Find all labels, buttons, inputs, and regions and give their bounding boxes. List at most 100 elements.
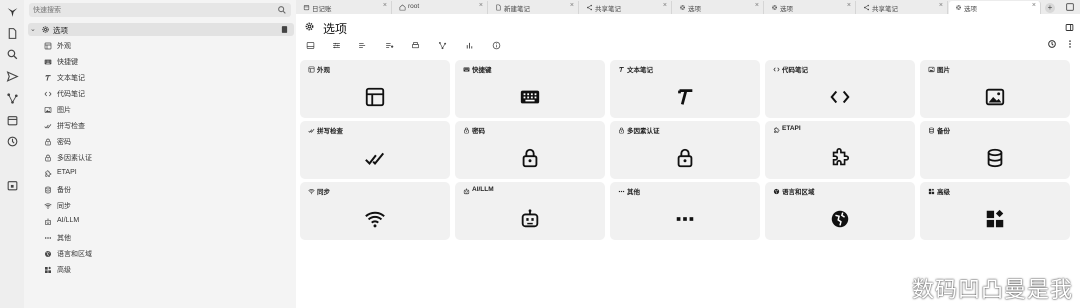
chevron-down-icon[interactable]: ⌄ [30, 25, 36, 33]
properties-icon[interactable] [330, 39, 342, 51]
quick-search-box[interactable] [29, 3, 291, 17]
tab[interactable]: 选项 × [949, 1, 1041, 14]
new-tab-button[interactable]: + [1045, 3, 1055, 13]
note-info-icon[interactable] [304, 39, 316, 51]
history-icon[interactable] [4, 133, 20, 149]
options-card[interactable]: 语言和区域 [765, 182, 915, 240]
tab-bar: 日记账 × root × 新建笔记 × 共享笔记 × 选项 × 选项 × 共享笔记 × 选项 × [296, 0, 1080, 14]
note-count-icon [281, 26, 288, 33]
today-icon[interactable] [4, 177, 20, 193]
card-title: 外观 [317, 67, 330, 74]
more-options-icon[interactable] [1065, 39, 1075, 49]
globe-icon [828, 207, 852, 231]
share-icon [585, 3, 593, 11]
wifi-icon [307, 187, 315, 195]
options-card[interactable]: 多因素认证 [610, 121, 760, 179]
close-tab-icon[interactable]: × [847, 2, 851, 9]
options-card[interactable]: 代码笔记 [765, 60, 915, 118]
tree-item[interactable]: 其他 [43, 232, 283, 244]
tree-item[interactable]: AI/LLM [43, 216, 283, 228]
close-tab-icon[interactable]: × [383, 2, 387, 9]
calendar-icon[interactable] [4, 112, 20, 128]
tab[interactable]: root × [393, 1, 488, 14]
inherited-attributes-icon[interactable] [383, 39, 395, 51]
tree-item[interactable]: 外观 [43, 40, 283, 52]
close-tab-icon[interactable]: × [939, 2, 943, 9]
tree-item[interactable]: 拼写检查 [43, 120, 283, 132]
tree-item[interactable]: 图片 [43, 104, 283, 116]
options-card[interactable]: AI/LLM [455, 182, 605, 240]
owned-attributes-icon[interactable] [356, 39, 368, 51]
app-logo-icon[interactable] [4, 4, 20, 20]
database-icon [983, 146, 1007, 170]
search-icon[interactable] [277, 5, 287, 15]
toggle-right-pane-icon[interactable] [1065, 23, 1074, 32]
options-card[interactable]: 图片 [920, 60, 1070, 118]
options-card[interactable]: 其他 [610, 182, 760, 240]
close-tab-icon[interactable]: × [755, 2, 759, 9]
tree-item[interactable]: 备份 [43, 184, 283, 196]
database-icon [43, 185, 53, 195]
tab-label: root [408, 3, 420, 10]
tree-node-label: 选项 [53, 26, 68, 35]
info-icon[interactable] [490, 39, 502, 51]
card-title: 密码 [472, 128, 485, 135]
image-icon [983, 85, 1007, 109]
window-menu-icon[interactable] [1065, 2, 1075, 12]
tree-item-label: 密码 [57, 139, 71, 146]
globe-icon [43, 249, 53, 259]
options-card[interactable]: 外观 [300, 60, 450, 118]
search-icon[interactable] [4, 46, 20, 62]
options-card[interactable]: 文本笔记 [610, 60, 760, 118]
close-tab-icon[interactable]: × [1032, 2, 1036, 9]
close-tab-icon[interactable]: × [663, 2, 667, 9]
tree-item[interactable]: 代码笔记 [43, 88, 283, 100]
tree-item[interactable]: ETAPI [43, 168, 283, 180]
options-card[interactable]: 拼写检查 [300, 121, 450, 179]
globe-icon [772, 187, 780, 195]
new-note-icon[interactable] [4, 25, 20, 41]
tree-item[interactable]: 快捷键 [43, 56, 283, 68]
wifi-icon [43, 201, 53, 211]
card-title: 同步 [317, 189, 330, 196]
tab[interactable]: 选项 × [765, 1, 856, 14]
extension-icon [43, 169, 53, 179]
options-card[interactable]: 高级 [920, 182, 1070, 240]
tree-item[interactable]: 文本笔记 [43, 72, 283, 84]
close-tab-icon[interactable]: × [479, 2, 483, 9]
send-icon[interactable] [4, 68, 20, 84]
tree-item[interactable]: 密码 [43, 136, 283, 148]
lock-icon [462, 126, 470, 134]
image-icon [927, 65, 935, 73]
tree-item[interactable]: 高级 [43, 264, 283, 276]
tab[interactable]: 共享笔记 × [580, 1, 672, 14]
bot-icon [518, 207, 542, 231]
print-icon[interactable] [409, 39, 421, 51]
tab[interactable]: 选项 × [673, 1, 764, 14]
more-icon [617, 187, 625, 195]
spellcheck-icon [43, 121, 53, 131]
gear-icon [770, 3, 778, 11]
tree-node-options[interactable]: ⌄ 选项 [28, 23, 294, 36]
options-card[interactable]: 密码 [455, 121, 605, 179]
note-map-icon[interactable] [4, 90, 20, 106]
tab[interactable]: 新建笔记 × [489, 1, 579, 14]
tree-item[interactable]: 语言和区域 [43, 248, 283, 260]
options-card[interactable]: 备份 [920, 121, 1070, 179]
close-tab-icon[interactable]: × [570, 2, 574, 9]
link-map-icon[interactable] [436, 39, 448, 51]
tree-item[interactable]: 多因素认证 [43, 152, 283, 164]
options-card[interactable]: ETAPI [765, 121, 915, 179]
tab[interactable]: 共享笔记 × [857, 1, 948, 14]
card-title: 代码笔记 [782, 67, 808, 74]
tree-item-label: 拼写检查 [57, 123, 85, 130]
quick-search-input[interactable] [33, 3, 263, 17]
history-icon[interactable] [1047, 39, 1057, 49]
options-card[interactable]: 同步 [300, 182, 450, 240]
options-card[interactable]: 快捷键 [455, 60, 605, 118]
page-title[interactable]: 选项 [323, 20, 347, 37]
tab[interactable]: 日记账 × [297, 1, 392, 14]
app-window: ⌄ 选项 外观快捷键文本笔记代码笔记图片拼写检查密码多因素认证ETAPI备份同步… [0, 0, 1080, 308]
tree-item[interactable]: 同步 [43, 200, 283, 212]
stats-icon[interactable] [463, 39, 475, 51]
